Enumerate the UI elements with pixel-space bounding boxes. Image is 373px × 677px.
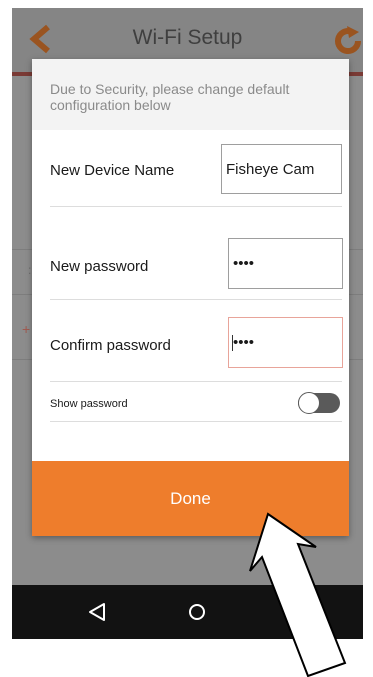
- show-password-label: Show password: [50, 398, 128, 410]
- triangle-back-icon[interactable]: [88, 602, 106, 622]
- row-divider: [50, 381, 342, 382]
- row-divider: [50, 421, 342, 422]
- new-password-label: New password: [50, 258, 149, 275]
- background-marker: :: [28, 263, 32, 277]
- show-password-toggle[interactable]: [298, 392, 340, 414]
- notice-text: Due to Security, please change default c…: [50, 81, 290, 113]
- new-password-input[interactable]: ••••: [228, 238, 343, 289]
- device-name-input[interactable]: [221, 144, 342, 194]
- confirm-password-label: Confirm password: [50, 337, 171, 354]
- screenshot-stage: Wi-Fi Setup : + Due to Security, please …: [0, 0, 373, 677]
- confirm-password-input[interactable]: ••••: [228, 317, 343, 368]
- done-button[interactable]: Done: [32, 461, 349, 536]
- dialog-notice: Due to Security, please change default c…: [32, 59, 349, 130]
- device-name-label: New Device Name: [50, 162, 175, 179]
- background-plus-icon: +: [22, 321, 31, 337]
- row-divider: [50, 206, 342, 207]
- page-title: Wi-Fi Setup: [132, 26, 243, 49]
- security-config-dialog: Due to Security, please change default c…: [32, 59, 349, 536]
- toggle-knob: [298, 392, 320, 414]
- android-nav-bar: [12, 585, 363, 639]
- row-divider: [50, 299, 342, 300]
- refresh-icon[interactable]: [333, 26, 363, 56]
- circle-home-icon[interactable]: [188, 603, 206, 621]
- text-caret: [232, 335, 233, 351]
